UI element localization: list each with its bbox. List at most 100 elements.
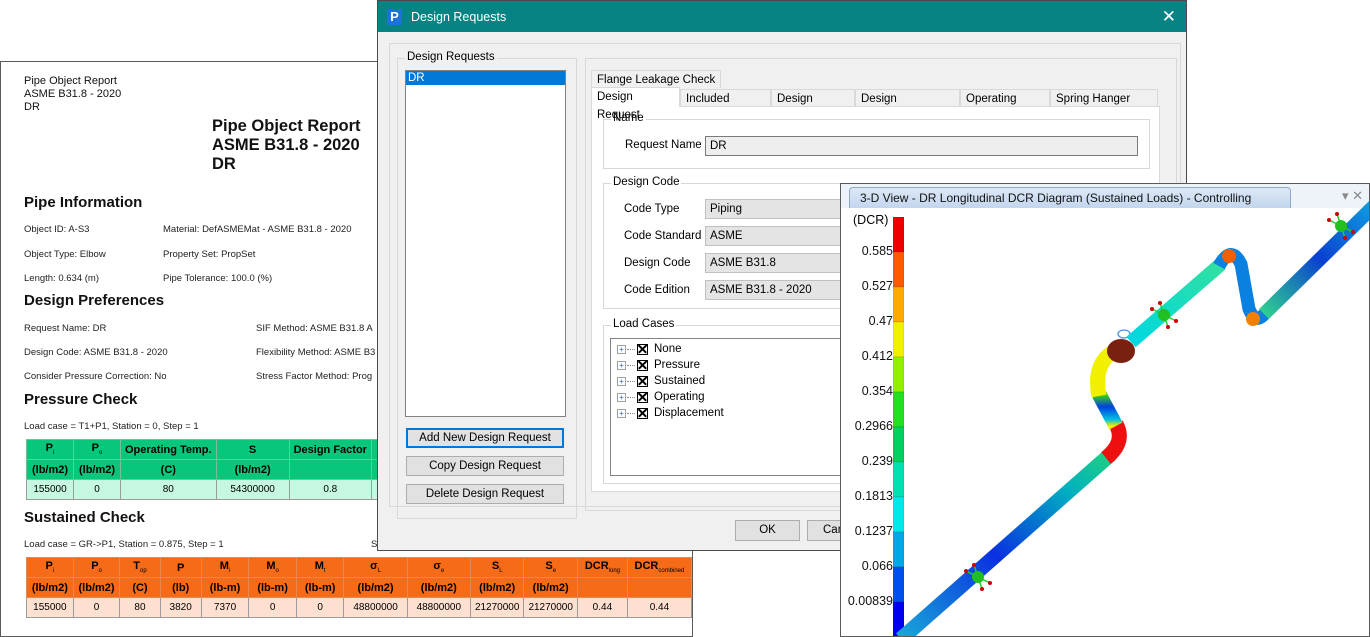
column-header: Se	[523, 557, 578, 578]
checkbox-checked-icon[interactable]	[637, 391, 648, 403]
copy-design-request-button[interactable]: Copy Design Request	[406, 456, 564, 476]
pipe-segment[interactable]	[896, 448, 1116, 637]
checkbox-checked-icon[interactable]	[637, 343, 648, 355]
design-code-select[interactable]: ASME B31.8	[705, 253, 845, 273]
table-cell: 155000	[26, 597, 74, 618]
table-cell: 21270000	[523, 597, 578, 618]
table-cell: 0	[248, 597, 297, 618]
app-icon: P	[387, 8, 402, 25]
column-unit	[288, 459, 372, 480]
code-standard-label: Code Standard	[624, 230, 702, 242]
tab-operating-cases[interactable]: Operating Cases	[960, 89, 1050, 123]
title-line: DR	[212, 155, 236, 173]
checkbox-checked-icon[interactable]	[637, 407, 648, 419]
code-type-select[interactable]: Piping	[705, 199, 845, 219]
dialog-title-bar[interactable]: P Design Requests ✕	[378, 1, 1186, 32]
column-unit: (lb-m)	[200, 577, 250, 598]
expand-icon[interactable]: +	[617, 392, 626, 402]
tree-item-displacement[interactable]: + Displacement	[617, 405, 724, 421]
load-cases-tree[interactable]: + None + Pressure + Sustained + Operating + D…	[610, 338, 852, 476]
request-name-label: Request Name	[625, 139, 702, 151]
pipe-segment[interactable]	[1126, 258, 1226, 348]
expand-icon[interactable]: +	[617, 376, 626, 386]
column-unit: (lb/m2)	[26, 577, 74, 598]
column-unit: (lb/m2)	[406, 577, 471, 598]
sustained-check-heading: Sustained Check	[24, 509, 145, 526]
group-label: Design Requests	[405, 51, 497, 63]
tab-flange-leakage-check[interactable]: Flange Leakage Check	[591, 70, 722, 88]
tab-design-checks[interactable]: Design Checks	[771, 89, 855, 123]
column-unit: (C)	[119, 577, 161, 598]
tree-item-sustained[interactable]: + Sustained	[617, 373, 705, 389]
column-header: Po	[73, 439, 121, 460]
expand-icon[interactable]: +	[617, 344, 626, 354]
header-line: DR	[24, 101, 40, 113]
design-code: Design Code: ASME B31.8 - 2020	[24, 347, 168, 358]
header-line: Pipe Object Report	[24, 75, 117, 87]
table-cell: 155000	[26, 479, 74, 500]
valve-body[interactable]	[1107, 339, 1135, 363]
column-unit: (C)	[120, 459, 217, 480]
request-name: Request Name: DR	[24, 323, 107, 334]
tab-design-request[interactable]: Design Request	[591, 87, 680, 121]
column-header: DCRcombined	[626, 557, 692, 578]
tab-spring-hanger-sizing[interactable]: Spring Hanger Sizing	[1050, 89, 1158, 123]
pipe-segment[interactable]	[1259, 201, 1370, 319]
close-icon[interactable]: ✕	[1162, 7, 1176, 27]
code-standard-select[interactable]: ASME	[705, 226, 845, 246]
flexibility-method: Flexibility Method: ASME B3	[256, 347, 376, 358]
title-line: ASME B31.8 - 2020	[212, 136, 360, 154]
checkbox-checked-icon[interactable]	[637, 375, 648, 387]
column-header: Pi	[26, 439, 74, 460]
delete-design-request-button[interactable]: Delete Design Request	[406, 484, 564, 504]
tree-item-none[interactable]: + None	[617, 341, 682, 357]
column-header: Mt	[295, 557, 345, 578]
column-header: Operating Temp.	[120, 439, 217, 460]
tree-item-pressure[interactable]: + Pressure	[617, 357, 700, 373]
code-edition-select[interactable]: ASME B31.8 - 2020	[705, 280, 845, 300]
tree-item-label: Displacement	[654, 407, 724, 419]
sustained-load-case: Load case = GR->P1, Station = 0.875, Ste…	[24, 539, 224, 550]
table-cell: 54300000	[215, 479, 290, 500]
column-unit: (lb/m2)	[26, 459, 74, 480]
pressure-check-heading: Pressure Check	[24, 391, 138, 408]
pipe-elbow[interactable]	[1101, 420, 1127, 464]
column-unit	[576, 577, 628, 598]
list-item-dr[interactable]: DR	[406, 71, 565, 85]
request-name-input[interactable]: DR	[705, 136, 1138, 156]
column-header: DCRlong	[576, 557, 628, 578]
column-header: Top	[119, 557, 161, 578]
add-new-design-request-button[interactable]: Add New Design Request	[406, 428, 564, 448]
pipe-segment[interactable]	[1092, 390, 1123, 430]
title-line: Pipe Object Report	[212, 117, 361, 135]
column-header: Mo	[248, 557, 297, 578]
table-cell: 0.44	[576, 597, 628, 618]
table-cell: 80	[120, 479, 217, 500]
table-cell: 21270000	[469, 597, 525, 618]
table-cell: 7370	[200, 597, 250, 618]
column-unit: (lb)	[159, 577, 202, 598]
design-code-label: Design Code	[624, 257, 691, 269]
tab-design-preferences[interactable]: Design Preferences	[855, 89, 960, 123]
pipe-3d-model[interactable]	[841, 184, 1370, 637]
table-cell: 0	[295, 597, 345, 618]
column-unit: (lb/m2)	[343, 577, 408, 598]
column-header: SL	[469, 557, 525, 578]
tab-included-objects[interactable]: Included Objects	[680, 89, 771, 123]
table-cell: 48800000	[406, 597, 471, 618]
table-cell: 0	[72, 597, 121, 618]
pipe-tolerance: Pipe Tolerance: 100.0 (%)	[163, 273, 273, 284]
column-unit	[626, 577, 692, 598]
ok-button[interactable]: OK	[735, 520, 800, 541]
design-requests-list[interactable]: DR	[405, 70, 566, 417]
tree-item-label: None	[654, 343, 682, 355]
column-unit: (lb/m2)	[215, 459, 290, 480]
column-header: P	[159, 557, 202, 578]
checkbox-checked-icon[interactable]	[637, 359, 648, 371]
pipe-zigzag[interactable]	[1213, 248, 1272, 325]
expand-icon[interactable]: +	[617, 360, 626, 370]
tree-item-operating[interactable]: + Operating	[617, 389, 705, 405]
expand-icon[interactable]: +	[617, 408, 626, 418]
property-set: Property Set: PropSet	[163, 249, 256, 260]
sustained-check-table: Pi Po Top P Mi Mo Mt σL σe SL Se DCRlong DCRcombined…	[26, 557, 692, 618]
